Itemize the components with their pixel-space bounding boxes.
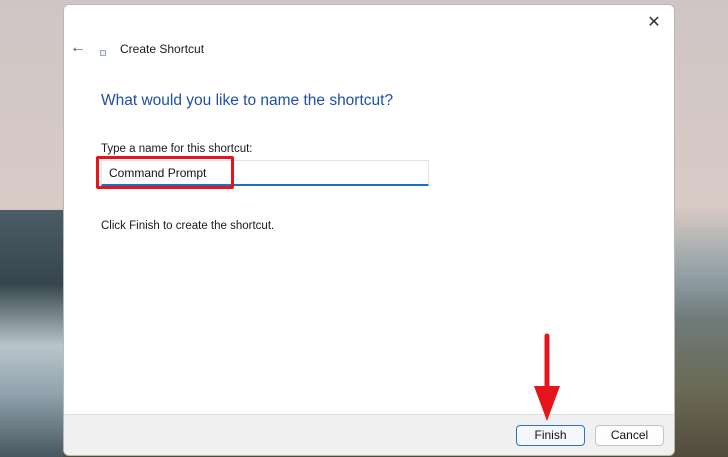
red-arrow-annotation (534, 333, 560, 421)
shortcut-name-input[interactable] (101, 160, 429, 186)
desktop-wallpaper (0, 210, 63, 457)
finish-hint: Click Finish to create the shortcut. (101, 220, 275, 232)
shortcut-icon (100, 50, 106, 56)
cancel-button[interactable]: Cancel (595, 425, 664, 446)
page-heading: What would you like to name the shortcut… (101, 92, 394, 109)
dialog-title: Create Shortcut (120, 42, 205, 56)
dialog-footer: Finish Cancel (64, 414, 674, 455)
back-arrow-icon[interactable]: ← (70, 39, 86, 57)
close-icon[interactable]: ✕ (642, 11, 666, 35)
create-shortcut-dialog: ✕ ← Create Shortcut What would you like … (63, 4, 675, 456)
name-label: Type a name for this shortcut: (101, 143, 253, 155)
finish-button[interactable]: Finish (516, 425, 585, 446)
